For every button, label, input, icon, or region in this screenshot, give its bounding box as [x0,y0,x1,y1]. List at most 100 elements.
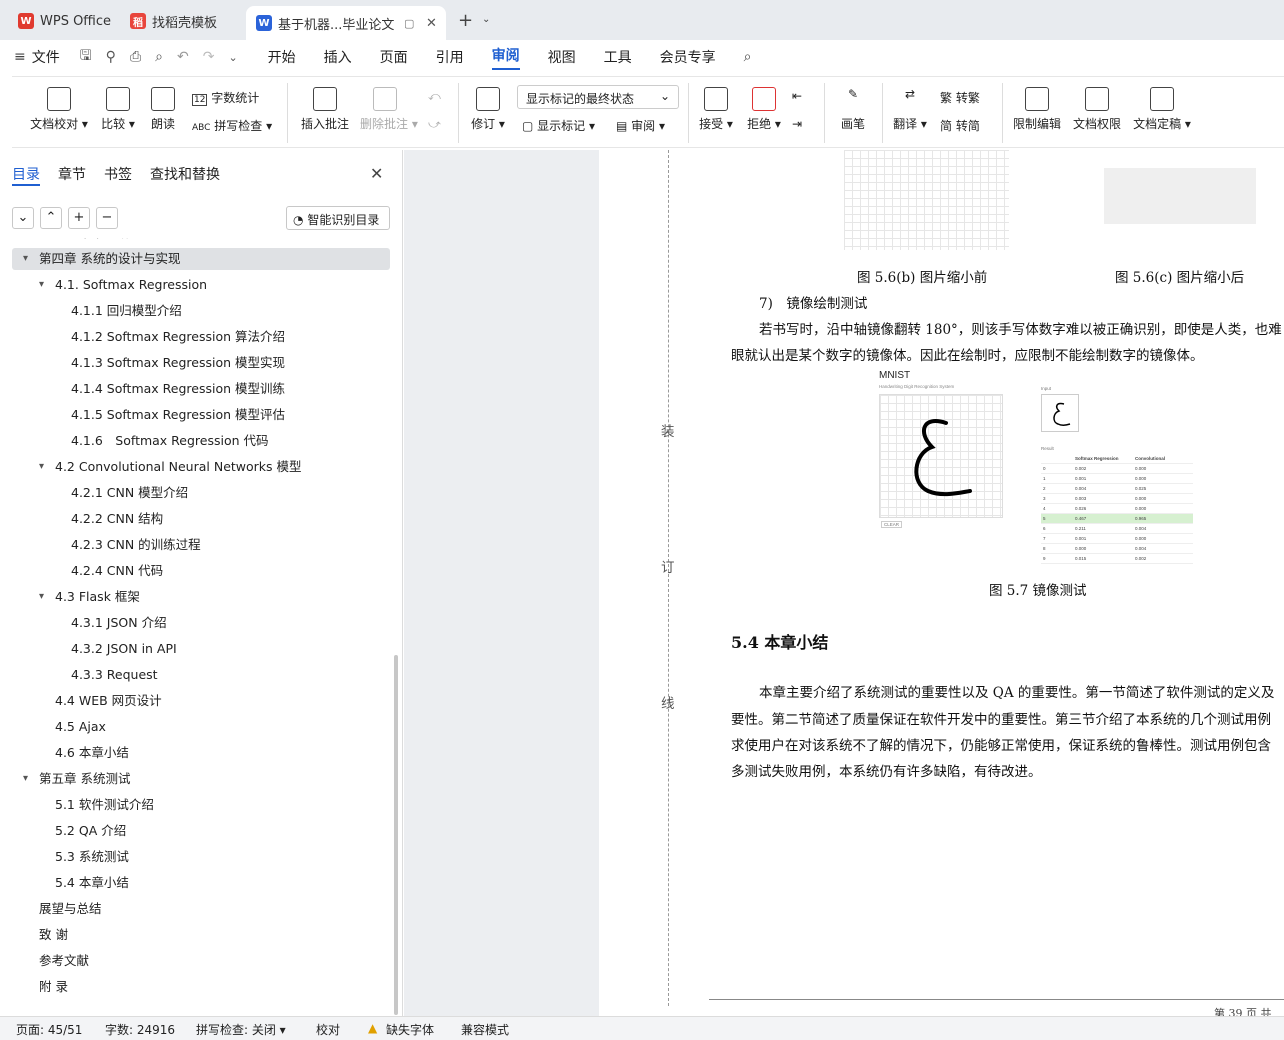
prev-change-icon[interactable]: ⇤ [792,89,802,103]
doc-permission-button[interactable]: 文档权限 [1072,87,1122,132]
hamburger-icon[interactable]: ≡ [14,49,26,65]
toc-item[interactable]: ▾ 4.2 Convolutional Neural Networks 模型 [12,456,390,478]
search-icon[interactable]: ⌕ [744,49,752,65]
menu-review[interactable]: 审阅 [491,45,520,70]
doc-check-button[interactable]: 文档校对 ▾ [28,87,90,132]
restrict-edit-button[interactable]: 限制编辑 [1012,87,1062,132]
menu-start[interactable]: 开始 [268,47,296,67]
toc-item[interactable]: 4.1.3 Softmax Regression 模型实现 [12,352,390,374]
new-tab-icon[interactable]: + [458,10,473,31]
translate-button[interactable]: ⇄ 翻译 ▾ [892,87,928,132]
toc-item[interactable]: 4.1.5 Softmax Regression 模型评估 [12,404,390,426]
save-icon[interactable]: 🖫 [80,45,92,69]
finalize-button[interactable]: 文档定稿 ▾ [1132,87,1192,132]
prev-comment-icon[interactable]: ⤺ [428,89,441,104]
toc-item[interactable]: 4.2.1 CNN 模型介绍 [12,482,390,504]
toc-item[interactable]: 4.1.1 回归模型介绍 [12,300,390,322]
expand-arrow-icon[interactable]: ▾ [39,456,44,478]
toc-item[interactable]: 5.4 本章小结 [12,872,390,894]
menu-tools[interactable]: 工具 [604,47,632,67]
undo-icon[interactable]: ↶ [177,49,189,65]
toc-item[interactable]: ▾ 4.3 Flask 框架 [12,586,390,608]
toc-item[interactable]: 4.2.2 CNN 结构 [12,508,390,530]
tab-toc[interactable]: 目录 [12,164,40,184]
toc-item[interactable]: ▾ 第五章 系统测试 [12,768,390,790]
window-icon[interactable]: ▢ [404,17,414,30]
toc-item[interactable]: 4.2.3 CNN 的训练过程 [12,534,390,556]
expand-arrow-icon[interactable]: ▾ [39,274,44,296]
review-pane-button[interactable]: ▤ 审阅 ▾ [616,117,665,134]
tab-wps-office[interactable]: W WPS Office [8,6,116,36]
smart-toc-button[interactable]: ◔ 智能识别目录 [286,206,390,230]
toc-item[interactable]: 4.6 本章小结 [12,742,390,764]
missing-font-status[interactable]: 缺失字体 [386,1021,434,1038]
menu-member[interactable]: 会员专享 [660,47,716,67]
chevron-down-icon[interactable]: ⌄ [482,14,490,25]
toc-item[interactable]: 3.6 本章小结 [12,238,390,244]
to-traditional-button[interactable]: 繁 转繁 [940,89,980,106]
spell-check-button[interactable]: ABC 拼写检查 ▾ [192,117,272,134]
toc-item[interactable]: 5.3 系统测试 [12,846,390,868]
toc-item[interactable]: 4.5 Ajax [12,716,390,738]
expand-arrow-icon[interactable]: ▾ [23,768,28,790]
read-aloud-button[interactable]: 朗读 [148,87,178,132]
close-tab-icon[interactable]: ✕ [426,16,437,31]
toc-item[interactable]: ▾ 第四章 系统的设计与实现 [12,248,390,270]
accept-button[interactable]: 接受 ▾ [698,87,734,132]
show-markup-button[interactable]: ▢ 显示标记 ▾ [522,117,595,134]
reject-button[interactable]: 拒绝 ▾ [746,87,782,132]
add-heading-icon[interactable]: + [68,207,90,229]
proofread-status[interactable]: 校对 [316,1021,340,1038]
tab-bookmarks[interactable]: 书签 [104,164,132,184]
tab-chapters[interactable]: 章节 [58,164,86,184]
expand-arrow-icon[interactable]: ▾ [39,586,44,608]
tab-document[interactable]: W 基于机器...毕业论文 ▢ ✕ [246,6,446,40]
toc-item[interactable]: 致 谢 [12,924,390,946]
toc-item[interactable]: 4.2.4 CNN 代码 [12,560,390,582]
to-simplified-button[interactable]: 简 转简 [940,117,980,134]
toc-item[interactable]: 4.3.2 JSON in API [12,638,390,660]
toc-item[interactable]: ▾ 4.1. Softmax Regression [12,274,390,296]
compare-button[interactable]: 比较 ▾ [98,87,138,132]
toc-item[interactable]: 4.1.4 Softmax Regression 模型训练 [12,378,390,400]
delete-comment-button[interactable]: 删除批注 ▾ [360,87,418,132]
toc-item[interactable]: 4.1.2 Softmax Regression 算法介绍 [12,326,390,348]
collapse-all-icon[interactable]: ⌃ [40,207,62,229]
next-comment-icon[interactable]: ⤻ [428,117,441,132]
insert-comment-button[interactable]: 插入批注 [300,87,350,132]
spell-check-status[interactable]: 拼写检查: 关闭 ▾ [196,1021,286,1038]
close-icon[interactable]: ✕ [370,164,383,183]
menu-insert[interactable]: 插入 [324,47,352,67]
track-changes-button[interactable]: 修订 ▾ [470,87,506,132]
toc-item[interactable]: 参考文献 [12,950,390,972]
print-preview-icon[interactable]: ⌕ [155,49,163,65]
toc-item[interactable]: 4.1.6 Softmax Regression 代码 [12,430,390,452]
scrollbar[interactable] [394,655,398,1015]
toc-item[interactable]: 展望与总结 [12,898,390,920]
markup-state-select[interactable]: 显示标记的最终状态 ⌄ [517,85,679,109]
tab-find-replace[interactable]: 查找和替换 [150,164,220,184]
pen-button[interactable]: ✎ 画笔 [838,87,868,132]
more-icon[interactable]: ⌄ [228,51,237,64]
expand-all-icon[interactable]: ⌄ [12,207,34,229]
toc-item[interactable]: 4.4 WEB 网页设计 [12,690,390,712]
print-icon[interactable]: ⎙ [130,49,141,65]
redo-icon[interactable]: ↷ [203,49,215,65]
next-change-icon[interactable]: ⇥ [792,117,802,131]
page-indicator[interactable]: 页面: 45/51 [16,1021,82,1038]
menu-file[interactable]: 文件 [32,47,60,67]
toc-item[interactable]: 附 录 [12,976,390,998]
tab-template[interactable]: 稻 找稻壳模板 [120,6,238,36]
toc-item[interactable]: 5.2 QA 介绍 [12,820,390,842]
word-count[interactable]: 字数: 24916 [105,1021,175,1038]
toc-item[interactable]: 5.1 软件测试介绍 [12,794,390,816]
menu-reference[interactable]: 引用 [436,47,464,67]
expand-arrow-icon[interactable]: ▾ [23,248,28,270]
menu-view[interactable]: 视图 [548,47,576,67]
toc-item[interactable]: 4.3.3 Request [12,664,390,686]
word-count-button[interactable]: 12 字数统计 [192,89,259,106]
share-icon[interactable]: ⚲ [106,49,116,65]
toc-item[interactable]: 4.3.1 JSON 介绍 [12,612,390,634]
menu-page[interactable]: 页面 [380,47,408,67]
remove-heading-icon[interactable]: − [96,207,118,229]
